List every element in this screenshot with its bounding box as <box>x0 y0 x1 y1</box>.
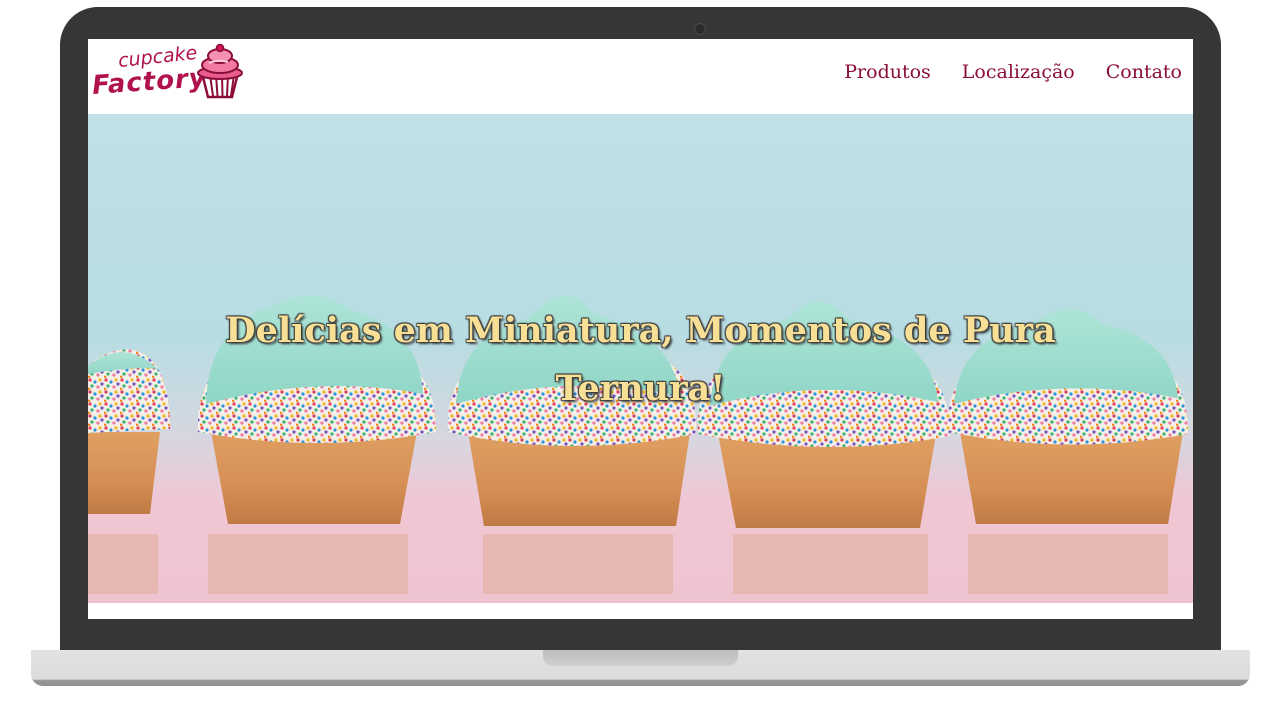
nav-link-localizacao[interactable]: Localização <box>962 61 1075 83</box>
cupcake-icon <box>197 43 243 99</box>
hero-title: Delícias em Miniatura, Momentos de Pura … <box>225 310 1056 409</box>
laptop-screen: cupcake Factory Produtos Localização Con… <box>88 39 1193 619</box>
nav-link-contato[interactable]: Contato <box>1106 61 1182 83</box>
laptop-notch <box>543 650 738 666</box>
main-nav: Produtos Localização Contato <box>844 61 1182 83</box>
camera-icon <box>694 23 706 35</box>
nav-link-produtos[interactable]: Produtos <box>844 61 931 83</box>
brand-logo[interactable]: cupcake Factory <box>91 42 252 105</box>
page-bottom-strip <box>88 603 1193 619</box>
hero-banner: Delícias em Miniatura, Momentos de Pura … <box>88 114 1193 603</box>
logo-text-factory: Factory <box>91 63 208 101</box>
site-header: cupcake Factory Produtos Localização Con… <box>88 39 1193 114</box>
